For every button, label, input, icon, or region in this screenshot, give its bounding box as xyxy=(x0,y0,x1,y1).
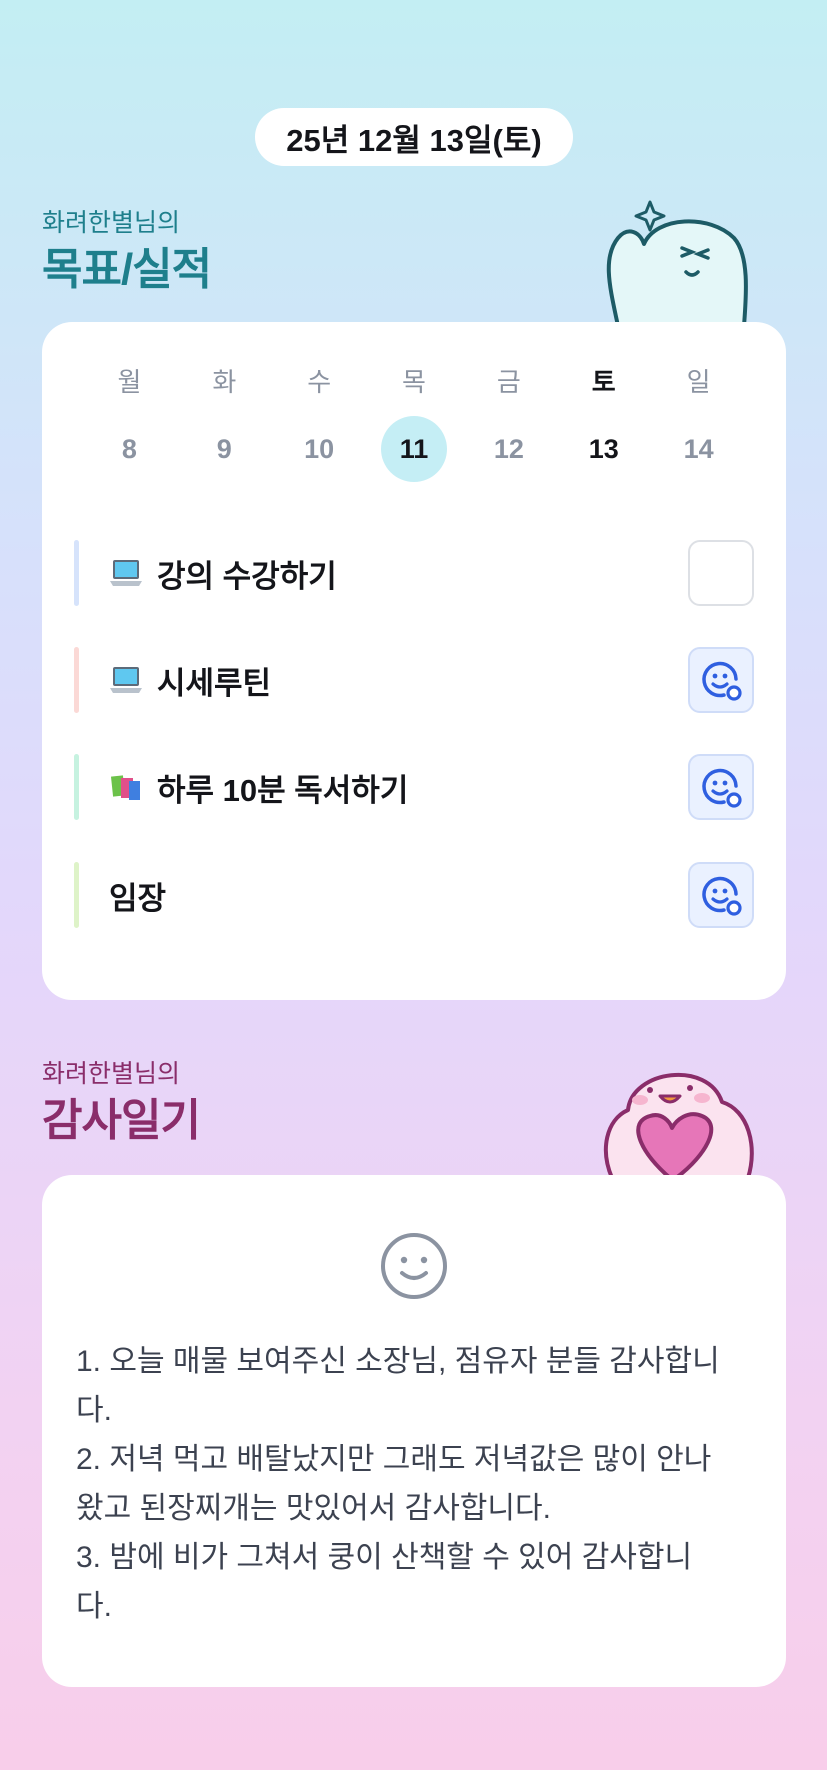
laptop-icon xyxy=(109,558,143,588)
diary-line: 다. xyxy=(76,1590,112,1623)
week-calendar: 월 화 수 목 금 토 일 8 9 10 11 12 13 14 xyxy=(42,362,786,482)
ghost-heart-mascot-icon xyxy=(604,1072,754,1180)
diary-line: 1. 오늘 매물 보여주신 소장님, 점유자 분들 감사합니 xyxy=(76,1345,720,1378)
weekday-label: 목 xyxy=(402,367,426,397)
diary-line: 2. 저녁 먹고 배탈났지만 그래도 저녁값은 많이 안나 xyxy=(76,1443,712,1476)
date-cell-today[interactable]: 13 xyxy=(556,416,651,482)
goal-label: 임장 xyxy=(109,880,167,916)
goal-color-bar xyxy=(74,862,79,928)
goal-item[interactable]: 강의 수강하기 xyxy=(74,540,754,606)
goals-card: 월 화 수 목 금 토 일 8 9 10 11 12 13 14 강의 수강하기 xyxy=(42,322,786,1000)
goal-label: 시세루틴 xyxy=(157,665,272,701)
goal-color-bar xyxy=(74,647,79,713)
date-cell[interactable]: 10 xyxy=(272,416,367,482)
weekday-label: 수 xyxy=(307,367,332,397)
goal-item[interactable]: 시세루틴 xyxy=(74,647,754,713)
weekday-label: 금 xyxy=(496,367,521,397)
goal-item[interactable]: 하루 10분 독서하기 xyxy=(74,754,754,820)
diary-line: 왔고 된장찌개는 맛있어서 감사합니다. xyxy=(76,1492,551,1525)
smile-check-icon xyxy=(702,768,742,808)
diary-text[interactable]: 1. 오늘 매물 보여주신 소장님, 점유자 분들 감사합니 다. 2. 저녁 … xyxy=(76,1337,752,1631)
smile-check-icon xyxy=(702,661,742,701)
smile-face-icon xyxy=(381,1233,447,1299)
date-cell[interactable]: 8 xyxy=(82,416,177,482)
date-pill[interactable]: 25년 12월 13일(토) xyxy=(255,108,573,166)
weekday-label: 월 xyxy=(117,367,142,397)
ghost-mascot-icon xyxy=(606,200,748,328)
weekday-row: 월 화 수 목 금 토 일 xyxy=(42,362,786,402)
goal-item[interactable]: 임장 xyxy=(74,862,754,928)
books-icon xyxy=(109,772,143,802)
date-label: 25년 12월 13일(토) xyxy=(286,122,542,158)
goal-checkbox[interactable] xyxy=(688,540,754,606)
date-row: 8 9 10 11 12 13 14 xyxy=(42,416,786,482)
goal-checkbox-done[interactable] xyxy=(688,647,754,713)
date-cell[interactable]: 9 xyxy=(177,416,272,482)
goal-color-bar xyxy=(74,540,79,606)
diary-section-title: 감사일기 xyxy=(42,1096,201,1145)
weekday-label-today: 토 xyxy=(591,367,616,397)
date-cell[interactable]: 14 xyxy=(651,416,746,482)
goal-label: 강의 수강하기 xyxy=(157,558,337,594)
laptop-icon xyxy=(109,665,143,695)
date-cell-selected[interactable]: 11 xyxy=(367,416,462,482)
smile-check-icon xyxy=(702,876,742,916)
goals-section-title: 목표/실적 xyxy=(42,245,212,294)
weekday-label: 일 xyxy=(686,367,711,397)
date-cell[interactable]: 12 xyxy=(461,416,556,482)
diary-card: 1. 오늘 매물 보여주신 소장님, 점유자 분들 감사합니 다. 2. 저녁 … xyxy=(42,1175,786,1687)
goal-color-bar xyxy=(74,754,79,820)
goal-label: 하루 10분 독서하기 xyxy=(157,772,409,808)
goal-checkbox-done[interactable] xyxy=(688,862,754,928)
diary-line: 3. 밤에 비가 그쳐서 쿵이 산책할 수 있어 감사합니 xyxy=(76,1541,693,1574)
goal-checkbox-done[interactable] xyxy=(688,754,754,820)
weekday-label: 화 xyxy=(212,367,237,397)
diary-line: 다. xyxy=(76,1394,112,1427)
